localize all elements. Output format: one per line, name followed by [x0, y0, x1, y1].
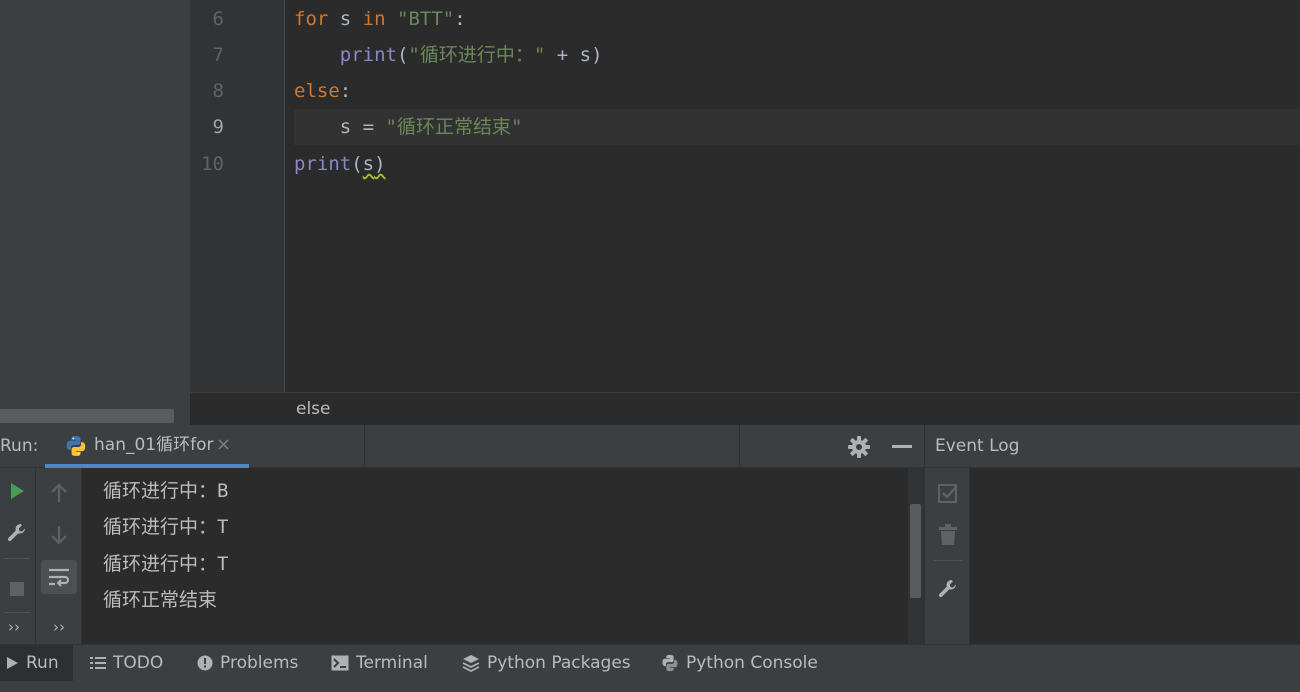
arrow-up-icon	[51, 483, 67, 502]
list-icon	[90, 657, 106, 669]
code-token-warn: s	[362, 153, 375, 175]
code-line[interactable]: print("循环进行中：" + s)	[294, 37, 1300, 73]
scroll-down-button[interactable]	[44, 520, 74, 550]
code-token-kw: in	[362, 8, 386, 30]
more-actions-button[interactable]: ››	[2, 616, 26, 638]
project-horizontal-scrollbar[interactable]	[0, 409, 174, 423]
minimize-icon[interactable]	[892, 445, 912, 448]
tool-tab-label: Run	[26, 653, 59, 673]
edit-configuration-button[interactable]	[2, 518, 32, 548]
event-log-header: Event Log	[924, 425, 1300, 468]
event-log-settings-button[interactable]	[933, 574, 963, 604]
tool-tab-label: Problems	[220, 653, 299, 673]
line-number-current: 9	[212, 116, 224, 138]
console-scrollbar-thumb[interactable]	[910, 504, 921, 598]
run-tab-label: han_01循环for	[94, 435, 214, 455]
breadcrumb-bar: else	[190, 392, 1300, 425]
console-output-line: 循环进行中：T	[103, 553, 229, 575]
code-token-warn: )	[374, 153, 386, 175]
checkbox-icon	[938, 484, 958, 503]
soft-wrap-toggle[interactable]	[41, 560, 77, 594]
header-divider	[364, 425, 365, 468]
code-token-plain: (	[351, 153, 363, 175]
rerun-button[interactable]	[2, 476, 32, 506]
trash-icon	[939, 524, 957, 545]
tool-window-bar: Run TODO Problems Terminal Python Packag…	[0, 644, 1300, 692]
toolbar-divider	[4, 612, 30, 613]
line-number: 8	[212, 80, 224, 102]
code-token-plain: s	[328, 8, 363, 30]
tool-tab-label: Python Console	[686, 653, 818, 673]
gear-icon[interactable]	[846, 434, 872, 460]
terminal-icon	[331, 655, 349, 671]
line-number-gutter: 6 7 8 9 10	[190, 0, 285, 392]
stop-button[interactable]	[2, 574, 32, 604]
console-output-line: 循环正常结束	[103, 589, 218, 611]
code-token-fn: print	[339, 44, 397, 66]
code-editor[interactable]: 6 7 8 9 10 for s in "BTT": print("循环进行中：…	[190, 0, 1300, 392]
run-tool-window-header: Run: han_01循环for ×	[0, 425, 924, 468]
stop-icon	[10, 582, 24, 596]
header-divider	[739, 425, 740, 468]
code-token-plain: s =	[294, 116, 386, 138]
tool-tab-label: TODO	[113, 653, 164, 673]
line-number: 6	[212, 8, 224, 30]
event-log-title[interactable]: Event Log	[935, 425, 1019, 468]
line-number: 7	[212, 44, 224, 66]
project-panel	[0, 0, 190, 425]
code-token-plain: :	[454, 8, 466, 30]
code-line[interactable]: for s in "BTT":	[294, 1, 1300, 37]
clear-all-button[interactable]	[933, 520, 963, 550]
close-icon[interactable]: ×	[216, 425, 231, 465]
code-line[interactable]: print(s)	[294, 146, 1300, 182]
console-toolbar: ››	[36, 468, 82, 644]
soft-wrap-icon	[49, 568, 70, 587]
code-line[interactable]: else:	[294, 73, 1300, 109]
tool-tab-python-packages[interactable]: Python Packages	[462, 645, 631, 681]
code-token-plain: :	[339, 80, 352, 102]
python-icon	[662, 654, 678, 672]
event-log-toolbar	[924, 468, 970, 644]
code-token-str: "BTT"	[397, 8, 455, 30]
breadcrumb[interactable]: else	[296, 393, 331, 426]
play-icon	[11, 483, 24, 499]
event-log-content[interactable]	[970, 468, 1300, 644]
code-token-kw: else	[294, 80, 340, 102]
console-output-line: 循环进行中：B	[103, 480, 229, 502]
python-icon	[66, 436, 86, 456]
code-token-str: "循环正常结束"	[385, 116, 523, 138]
tool-tab-python-console[interactable]: Python Console	[661, 645, 818, 681]
tool-tab-problems[interactable]: Problems	[197, 645, 298, 681]
line-number: 10	[201, 153, 224, 175]
code-token-kw: for	[294, 8, 329, 30]
wrench-icon	[7, 524, 25, 542]
code-line-current[interactable]: s = "循环正常结束"	[294, 109, 1300, 145]
code-token-str: "循环进行中："	[408, 44, 546, 66]
run-config-tab[interactable]: han_01循环for ×	[45, 425, 249, 468]
tool-tab-todo[interactable]: TODO	[90, 645, 163, 681]
run-console[interactable]: 循环进行中：B 循环进行中：T 循环进行中：T 循环正常结束	[82, 468, 924, 644]
layers-icon	[462, 655, 480, 672]
mark-all-read-button[interactable]	[933, 478, 963, 508]
arrow-down-icon	[51, 526, 67, 545]
run-panel-title: Run:	[0, 436, 39, 456]
play-icon	[7, 657, 18, 669]
more-actions-button[interactable]: ››	[47, 616, 71, 638]
problems-icon	[197, 655, 213, 671]
toolbar-divider	[933, 560, 963, 561]
scroll-up-button[interactable]	[44, 478, 74, 508]
tool-tab-terminal[interactable]: Terminal	[331, 645, 428, 681]
wrench-icon	[938, 580, 956, 598]
code-token-plain: + s)	[545, 44, 603, 66]
tool-tab-label: Terminal	[356, 653, 428, 673]
toolbar-divider	[4, 558, 30, 559]
code-token-plain: (	[396, 44, 409, 66]
tool-tab-label: Python Packages	[487, 653, 631, 673]
run-toolbar: ››	[0, 468, 36, 644]
console-output-line: 循环进行中：T	[103, 516, 229, 538]
tool-tab-run[interactable]: Run	[0, 645, 73, 681]
code-token-fn: print	[294, 153, 352, 175]
